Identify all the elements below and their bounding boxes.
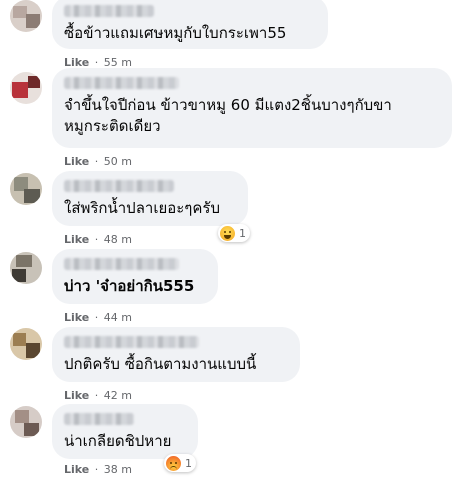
commenter-name-blurred[interactable]: [64, 180, 174, 192]
like-button[interactable]: Like: [64, 233, 89, 246]
comment-bubble: น่าเกลียดชิปหาย: [52, 404, 198, 459]
comment-meta: Like · 50 m: [64, 155, 132, 168]
commenter-name-blurred[interactable]: [64, 5, 154, 17]
laugh-reaction-icon: [220, 225, 235, 241]
reaction-count: 1: [239, 226, 246, 240]
comment-meta: Like · 38 m: [64, 463, 132, 476]
commenter-name-blurred[interactable]: [64, 413, 134, 425]
comment-text: ใส่พริกน้ำปลาเยอะๆครับ: [64, 199, 220, 217]
reaction-count: 1: [185, 456, 192, 470]
avatar[interactable]: [10, 252, 42, 284]
comment-meta: Like · 42 m: [64, 389, 132, 402]
commenter-name-blurred[interactable]: [64, 77, 179, 89]
comment-time[interactable]: 50 m: [104, 155, 132, 168]
avatar[interactable]: [10, 173, 42, 205]
commenter-name-blurred[interactable]: [64, 258, 179, 270]
reaction-summary[interactable]: 1: [218, 224, 250, 242]
comment-text: ซื้อข้าวแถมเศษหมูกับใบกระเพา55: [64, 24, 287, 42]
like-button[interactable]: Like: [64, 389, 89, 402]
comment-meta: Like · 48 m: [64, 233, 132, 246]
comment-time[interactable]: 42 m: [104, 389, 132, 402]
reaction-summary[interactable]: 1: [164, 454, 196, 472]
like-button[interactable]: Like: [64, 463, 89, 476]
commenter-name-blurred[interactable]: [64, 336, 199, 348]
angry-reaction-icon: [166, 455, 181, 471]
comment-text: ปกติครับ ซื้อกินตามงานแบบนี้: [64, 355, 257, 373]
avatar[interactable]: [10, 328, 42, 360]
comment-bubble: ใส่พริกน้ำปลาเยอะๆครับ: [52, 171, 248, 226]
comment-bubble: ซื้อข้าวแถมเศษหมูกับใบกระเพา55: [52, 0, 328, 49]
comment-text: บ่าว 'จ๋าอย่ากิน555: [64, 277, 195, 295]
comment-time[interactable]: 48 m: [104, 233, 132, 246]
like-button[interactable]: Like: [64, 155, 89, 168]
avatar[interactable]: [10, 406, 42, 438]
avatar[interactable]: [10, 0, 42, 32]
comment-text: น่าเกลียดชิปหาย: [64, 432, 172, 450]
comment-time[interactable]: 44 m: [104, 311, 132, 324]
like-button[interactable]: Like: [64, 311, 89, 324]
comment-meta: Like · 44 m: [64, 311, 132, 324]
comment-bubble: ปกติครับ ซื้อกินตามงานแบบนี้: [52, 327, 300, 382]
avatar[interactable]: [10, 72, 42, 104]
comment-text: จำขึ้นใจปีก่อน ข้าวขาหมู 60 มีแตง2ชิ้นบา…: [64, 96, 392, 135]
comment-bubble: บ่าว 'จ๋าอย่ากิน555: [52, 249, 218, 304]
comment-time[interactable]: 38 m: [104, 463, 132, 476]
comment-bubble: จำขึ้นใจปีก่อน ข้าวขาหมู 60 มีแตง2ชิ้นบา…: [52, 68, 452, 148]
